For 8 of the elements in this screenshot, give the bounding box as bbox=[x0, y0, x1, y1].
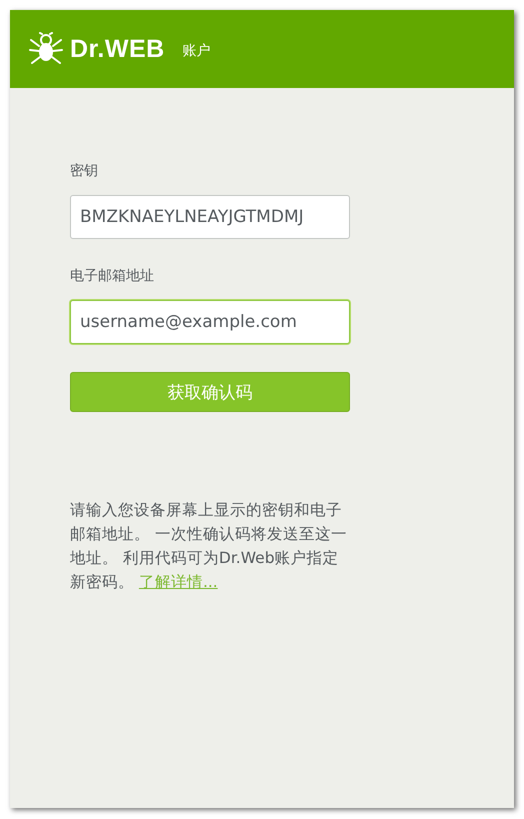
input-field[interactable]: username@example.com bbox=[70, 300, 350, 344]
spider-logo-icon bbox=[28, 32, 64, 66]
info-paragraph: 请输入您设备屏幕上显示的密钥和电子邮箱地址。 一次性确认码将发送至这一地址。 利用代码可为Dr.Web账户指定新密码。 了解详情... bbox=[70, 500, 348, 593]
field-label: 电子邮箱地址 bbox=[70, 267, 155, 285]
field-label: 密钥 bbox=[70, 162, 99, 180]
input-field[interactable]: BMZKNAEYLNEAYJGTMDMJ bbox=[70, 195, 350, 239]
logo-text: Dr.WEB bbox=[70, 34, 165, 64]
header-title: 账户 bbox=[182, 42, 211, 60]
